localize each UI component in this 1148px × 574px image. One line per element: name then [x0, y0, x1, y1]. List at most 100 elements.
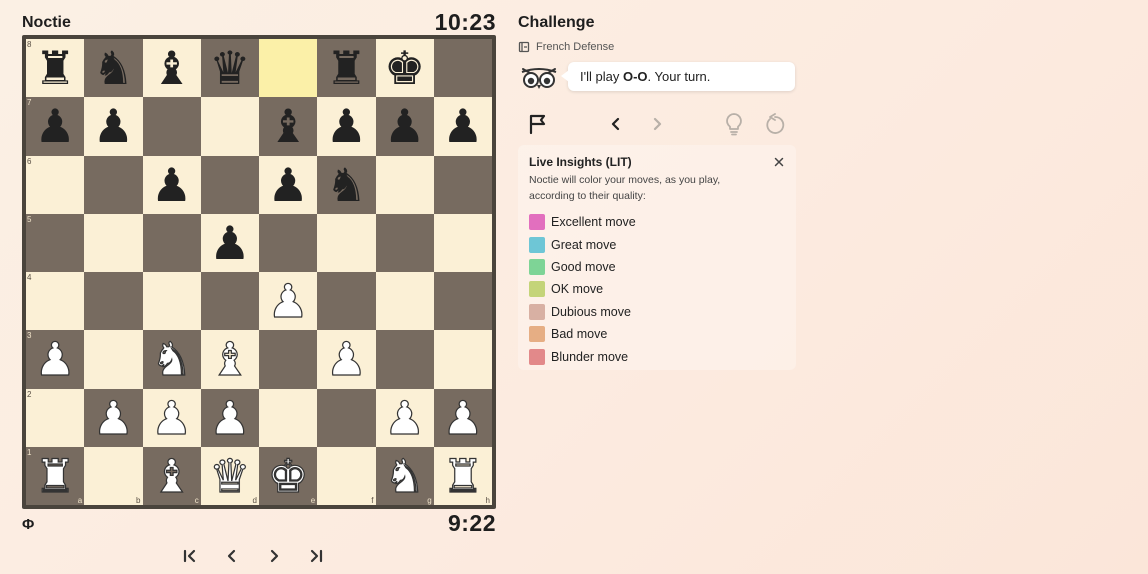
back-button[interactable] — [602, 110, 630, 138]
white-knight-piece[interactable]: ♞ — [150, 336, 192, 383]
square-g5[interactable] — [375, 213, 434, 272]
previous-move-button[interactable] — [222, 544, 242, 568]
square-b7[interactable]: ♟ — [84, 97, 143, 156]
first-move-button[interactable] — [180, 544, 200, 568]
black-rook-piece[interactable]: ♜ — [35, 45, 76, 91]
black-knight-piece[interactable]: ♞ — [93, 45, 134, 91]
white-pawn-piece[interactable]: ♟ — [150, 394, 192, 441]
square-h4[interactable] — [433, 272, 492, 331]
square-b4[interactable] — [84, 272, 143, 331]
square-b8[interactable]: ♞ — [84, 39, 143, 98]
square-g3[interactable] — [375, 330, 434, 389]
square-e7[interactable]: ♝ — [259, 97, 318, 156]
takeback-button[interactable] — [761, 110, 789, 138]
square-c5[interactable] — [142, 213, 201, 272]
black-queen-piece[interactable]: ♛ — [209, 45, 250, 91]
square-h2[interactable]: ♟ — [433, 388, 492, 447]
square-a2[interactable]: 2 — [26, 388, 85, 447]
square-d3[interactable]: ♝ — [200, 330, 259, 389]
square-g2[interactable]: ♟ — [375, 388, 434, 447]
white-king-piece[interactable]: ♚ — [267, 452, 309, 499]
square-h5[interactable] — [433, 213, 492, 272]
square-h6[interactable] — [433, 155, 492, 214]
square-e4[interactable]: ♟ — [259, 272, 318, 331]
square-a3[interactable]: 3 ♟ — [26, 330, 85, 389]
black-pawn-piece[interactable]: ♟ — [209, 220, 250, 266]
square-g7[interactable]: ♟ — [375, 97, 434, 156]
square-b2[interactable]: ♟ — [84, 388, 143, 447]
square-e2[interactable] — [259, 388, 318, 447]
insights-close-button[interactable] — [772, 155, 786, 169]
square-c8[interactable]: ♝ — [142, 39, 201, 98]
hint-button[interactable] — [720, 110, 748, 138]
next-move-button[interactable] — [264, 544, 284, 568]
square-d2[interactable]: ♟ — [200, 388, 259, 447]
white-rook-piece[interactable]: ♜ — [442, 452, 484, 499]
resign-button[interactable] — [524, 110, 552, 138]
square-h3[interactable] — [433, 330, 492, 389]
square-e5[interactable] — [259, 213, 318, 272]
square-g1[interactable]: g ♞ — [375, 446, 434, 505]
white-pawn-piece[interactable]: ♟ — [267, 278, 309, 325]
square-a8[interactable]: 8 ♜ — [26, 39, 85, 98]
square-b5[interactable] — [84, 213, 143, 272]
square-d6[interactable] — [200, 155, 259, 214]
white-pawn-piece[interactable]: ♟ — [209, 394, 251, 441]
square-e1[interactable]: e ♚ — [259, 446, 318, 505]
square-g6[interactable] — [375, 155, 434, 214]
square-f1[interactable]: f — [317, 446, 376, 505]
square-h8[interactable] — [433, 39, 492, 98]
square-c6[interactable]: ♟ — [142, 155, 201, 214]
black-bishop-piece[interactable]: ♝ — [151, 45, 192, 91]
black-rook-piece[interactable]: ♜ — [326, 45, 367, 91]
black-bishop-piece[interactable]: ♝ — [268, 103, 309, 149]
black-pawn-piece[interactable]: ♟ — [35, 103, 76, 149]
square-d4[interactable] — [200, 272, 259, 331]
square-e8[interactable] — [259, 39, 318, 98]
square-d1[interactable]: d ♛ — [200, 446, 259, 505]
square-f3[interactable]: ♟ — [317, 330, 376, 389]
square-g4[interactable] — [375, 272, 434, 331]
white-knight-piece[interactable]: ♞ — [383, 452, 425, 499]
square-c1[interactable]: c ♝ — [142, 446, 201, 505]
forward-button[interactable] — [643, 110, 671, 138]
square-f6[interactable]: ♞ — [317, 155, 376, 214]
square-a7[interactable]: 7 ♟ — [26, 97, 85, 156]
square-a6[interactable]: 6 — [26, 155, 85, 214]
square-f7[interactable]: ♟ — [317, 97, 376, 156]
square-b6[interactable] — [84, 155, 143, 214]
square-c3[interactable]: ♞ — [142, 330, 201, 389]
white-pawn-piece[interactable]: ♟ — [34, 336, 76, 383]
white-pawn-piece[interactable]: ♟ — [383, 394, 425, 441]
square-c2[interactable]: ♟ — [142, 388, 201, 447]
black-pawn-piece[interactable]: ♟ — [93, 103, 134, 149]
square-g8[interactable]: ♚ — [375, 39, 434, 98]
white-pawn-piece[interactable]: ♟ — [442, 394, 484, 441]
black-king-piece[interactable]: ♚ — [384, 45, 425, 91]
black-knight-piece[interactable]: ♞ — [326, 162, 367, 208]
square-f4[interactable] — [317, 272, 376, 331]
white-pawn-piece[interactable]: ♟ — [92, 394, 134, 441]
square-f8[interactable]: ♜ — [317, 39, 376, 98]
square-a1[interactable]: 1 a ♜ — [26, 446, 85, 505]
last-move-button[interactable] — [306, 544, 326, 568]
white-rook-piece[interactable]: ♜ — [34, 452, 76, 499]
square-a4[interactable]: 4 — [26, 272, 85, 331]
square-d8[interactable]: ♛ — [200, 39, 259, 98]
black-pawn-piece[interactable]: ♟ — [384, 103, 425, 149]
black-pawn-piece[interactable]: ♟ — [326, 103, 367, 149]
square-h7[interactable]: ♟ — [433, 97, 492, 156]
square-c7[interactable] — [142, 97, 201, 156]
white-bishop-piece[interactable]: ♝ — [209, 336, 251, 383]
black-pawn-piece[interactable]: ♟ — [268, 162, 309, 208]
square-e3[interactable] — [259, 330, 318, 389]
white-queen-piece[interactable]: ♛ — [209, 452, 251, 499]
chess-board[interactable]: 8 ♜ ♞ ♝ ♛ ♜ ♚ 7 ♟ ♟ ♝ ♟ ♟ ♟ 6 ♟ ♟ ♞ 5 ♟ 4 ♟ 3 ♟ ♞ ♝ ♟ 2 ♟ ♟ ♟ ♟ ♟ 1 a ♜ b c ♝ d… — [26, 39, 492, 505]
white-bishop-piece[interactable]: ♝ — [150, 452, 192, 499]
square-f5[interactable] — [317, 213, 376, 272]
square-b1[interactable]: b — [84, 446, 143, 505]
black-pawn-piece[interactable]: ♟ — [442, 103, 483, 149]
black-pawn-piece[interactable]: ♟ — [151, 162, 192, 208]
white-pawn-piece[interactable]: ♟ — [325, 336, 367, 383]
square-d5[interactable]: ♟ — [200, 213, 259, 272]
